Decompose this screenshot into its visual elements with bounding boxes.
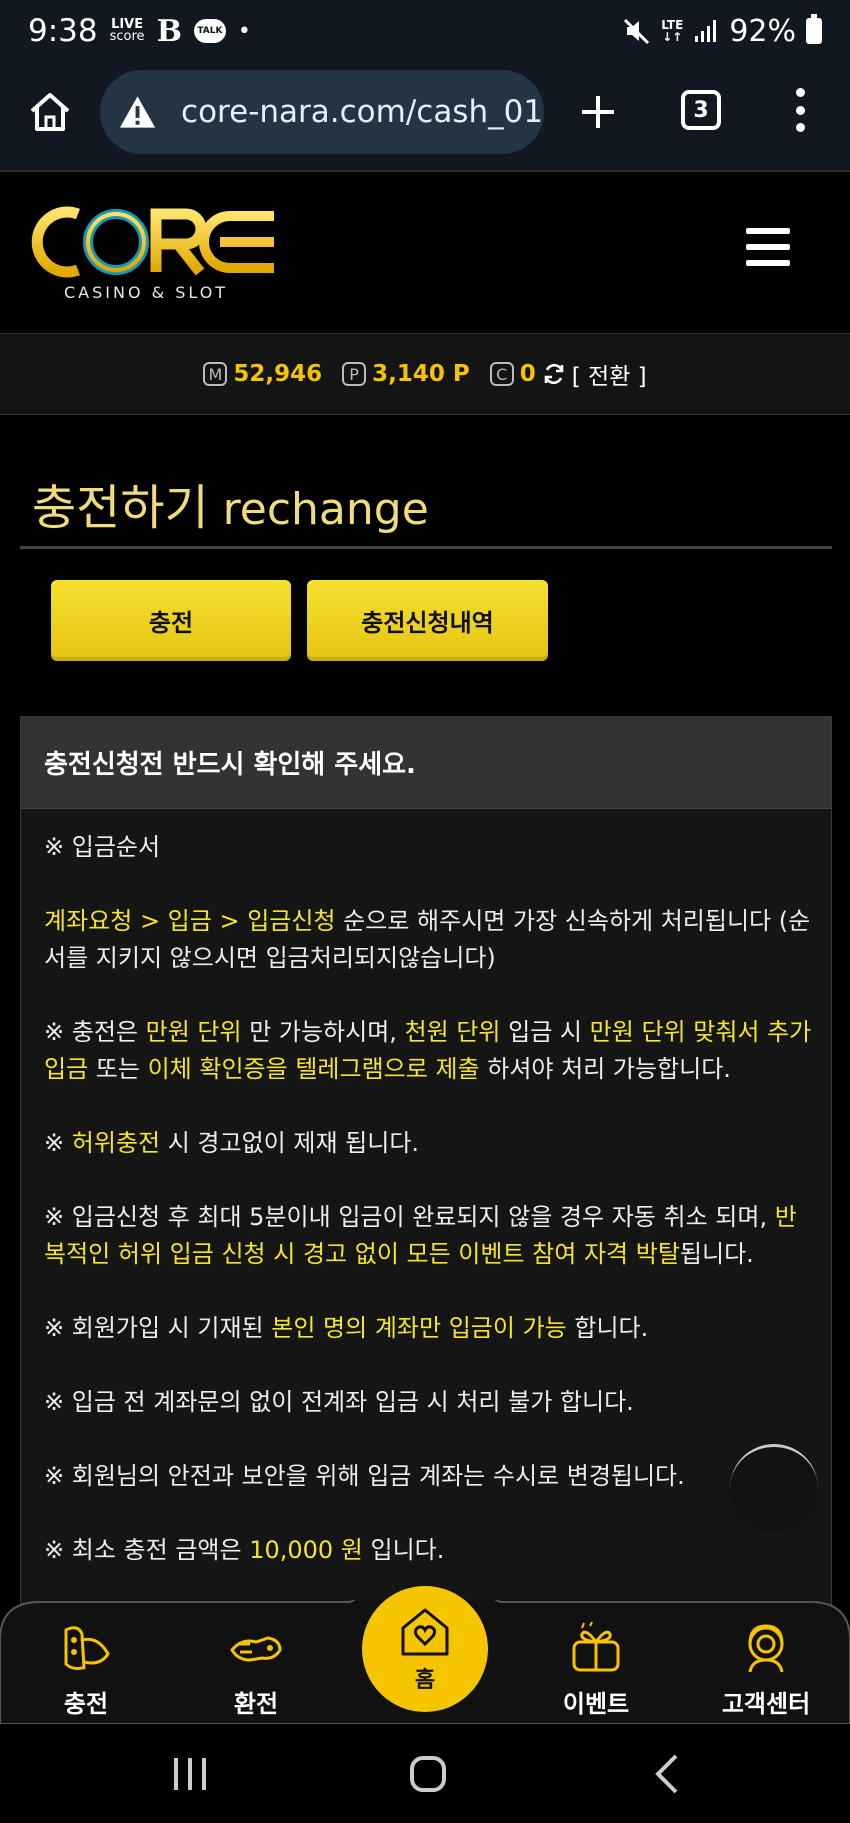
money-balance: M 52,946 (203, 361, 322, 387)
charge-icon (64, 1626, 110, 1670)
status-left: 9:38 LIVE score B TALK • (28, 13, 251, 49)
exchange-icon (230, 1636, 282, 1662)
page-title: 충전하기 rechange (32, 468, 429, 538)
more-options-icon[interactable] (790, 88, 810, 132)
nav-home-label: 홈 (414, 1668, 436, 1693)
point-badge: P (342, 362, 367, 386)
tab-switcher-button[interactable]: 3 (681, 90, 721, 130)
notice-heading: 충전신청전 반드시 확인해 주세요. (21, 717, 831, 809)
svg-text:CASINO & SLOT: CASINO & SLOT (64, 283, 228, 302)
charge-tab-button[interactable]: 충전 (51, 580, 291, 661)
battery-icon (806, 14, 822, 44)
notice-item: ※ 회원님의 안전과 보안을 위해 입금 계좌는 수시로 변경됩니다. (44, 1462, 685, 1490)
system-navigation-bar (0, 1724, 850, 1823)
gift-icon (572, 1621, 620, 1672)
system-home-icon[interactable] (404, 1750, 452, 1798)
status-bar: 9:38 LIVE score B TALK • LTE ↓↑ 92% (0, 0, 850, 62)
title-divider (20, 546, 832, 549)
nav-event[interactable]: 이벤트 (536, 1620, 656, 1719)
page-title-english: rechange (222, 484, 429, 535)
home-heart-icon (401, 1608, 449, 1656)
coin-value: 0 (519, 361, 536, 387)
page-title-korean: 충전하기 (32, 480, 209, 536)
notice-item: ※ 입금신청 후 최대 5분이내 입금이 완료되지 않을 경우 자동 취소 되며… (44, 1203, 797, 1268)
floating-button[interactable] (730, 1444, 818, 1532)
talk-icon: TALK (193, 19, 226, 43)
signal-icon (695, 20, 717, 42)
home-icon[interactable] (28, 90, 72, 134)
notice-item: ※ 최소 충전 금액은 10,000 원 입니다. (44, 1536, 445, 1564)
nav-charge[interactable]: 충전 (26, 1620, 146, 1719)
bottom-nav: 충전 환전 홈 이벤트 고객센터 (0, 1586, 850, 1724)
support-icon (748, 1624, 784, 1673)
notice-item: ※ 허위충전 시 경고없이 제재 됩니다. (44, 1129, 420, 1157)
status-time: 9:38 (28, 13, 98, 49)
core-logo[interactable]: CASINO & SLOT (28, 202, 282, 302)
live-score-icon: LIVE score (109, 17, 145, 44)
nav-support[interactable]: 고객센터 (706, 1620, 826, 1719)
notice-item: 계좌요청 > 입금 > 입금신청 순으로 해주시면 가장 신속하게 처리됩니다 … (44, 907, 811, 972)
money-badge: M (203, 362, 228, 386)
menu-icon[interactable] (746, 228, 790, 266)
notice-body: ※ 입금순서 계좌요청 > 입금 > 입금신청 순으로 해주시면 가장 신속하게… (21, 809, 831, 1569)
recent-apps-icon[interactable] (166, 1750, 214, 1798)
back-icon[interactable] (644, 1750, 692, 1798)
refresh-icon[interactable] (542, 362, 566, 386)
nav-exchange[interactable]: 환전 (196, 1620, 316, 1719)
coin-balance: C 0 [ 전환 ] (489, 357, 647, 391)
notice-item: ※ 입금순서 (44, 833, 161, 861)
convert-link[interactable]: [ 전환 ] (572, 357, 647, 391)
coin-badge: C (489, 362, 514, 386)
notice-panel: 충전신청전 반드시 확인해 주세요. ※ 입금순서 계좌요청 > 입금 > 입금… (20, 716, 832, 1626)
nav-exchange-label: 환전 (233, 1690, 279, 1718)
warning-icon[interactable] (118, 92, 157, 132)
url-text[interactable]: core-nara.com/cash_01. (181, 94, 544, 130)
notice-item: ※ 회원가입 시 기재된 본인 명의 계좌만 입금이 가능 합니다. (44, 1314, 649, 1342)
notification-dot: • (237, 18, 251, 44)
nav-support-label: 고객센터 (721, 1690, 811, 1718)
nav-event-label: 이벤트 (562, 1690, 630, 1718)
battery-percent: 92% (729, 13, 796, 49)
balance-bar: M 52,946 P 3,140 P C 0 [ 전환 ] (0, 333, 850, 415)
nav-home[interactable]: 홈 (362, 1586, 488, 1712)
mute-icon (624, 18, 650, 45)
lte-icon: LTE ↓↑ (661, 18, 684, 44)
address-bar[interactable]: core-nara.com/cash_01. (100, 70, 544, 154)
b-app-icon: B (156, 13, 182, 49)
charge-history-tab-button[interactable]: 충전신청내역 (307, 580, 548, 661)
money-value: 52,946 (233, 361, 323, 387)
site-header: CASINO & SLOT (0, 170, 850, 332)
point-balance: P 3,140 P (342, 361, 470, 387)
notice-item: ※ 입금 전 계좌문의 없이 전계좌 입금 시 처리 불가 합니다. (44, 1388, 634, 1416)
notice-item: ※ 충전은 만원 단위 만 가능하시며, 천원 단위 입금 시 만원 단위 맞춰… (44, 1018, 812, 1083)
browser-toolbar: core-nara.com/cash_01. 3 (0, 62, 850, 170)
point-value: 3,140 P (372, 361, 470, 387)
nav-charge-label: 충전 (63, 1690, 109, 1718)
new-tab-icon[interactable] (578, 92, 618, 132)
status-right: LTE ↓↑ 92% (623, 14, 822, 49)
